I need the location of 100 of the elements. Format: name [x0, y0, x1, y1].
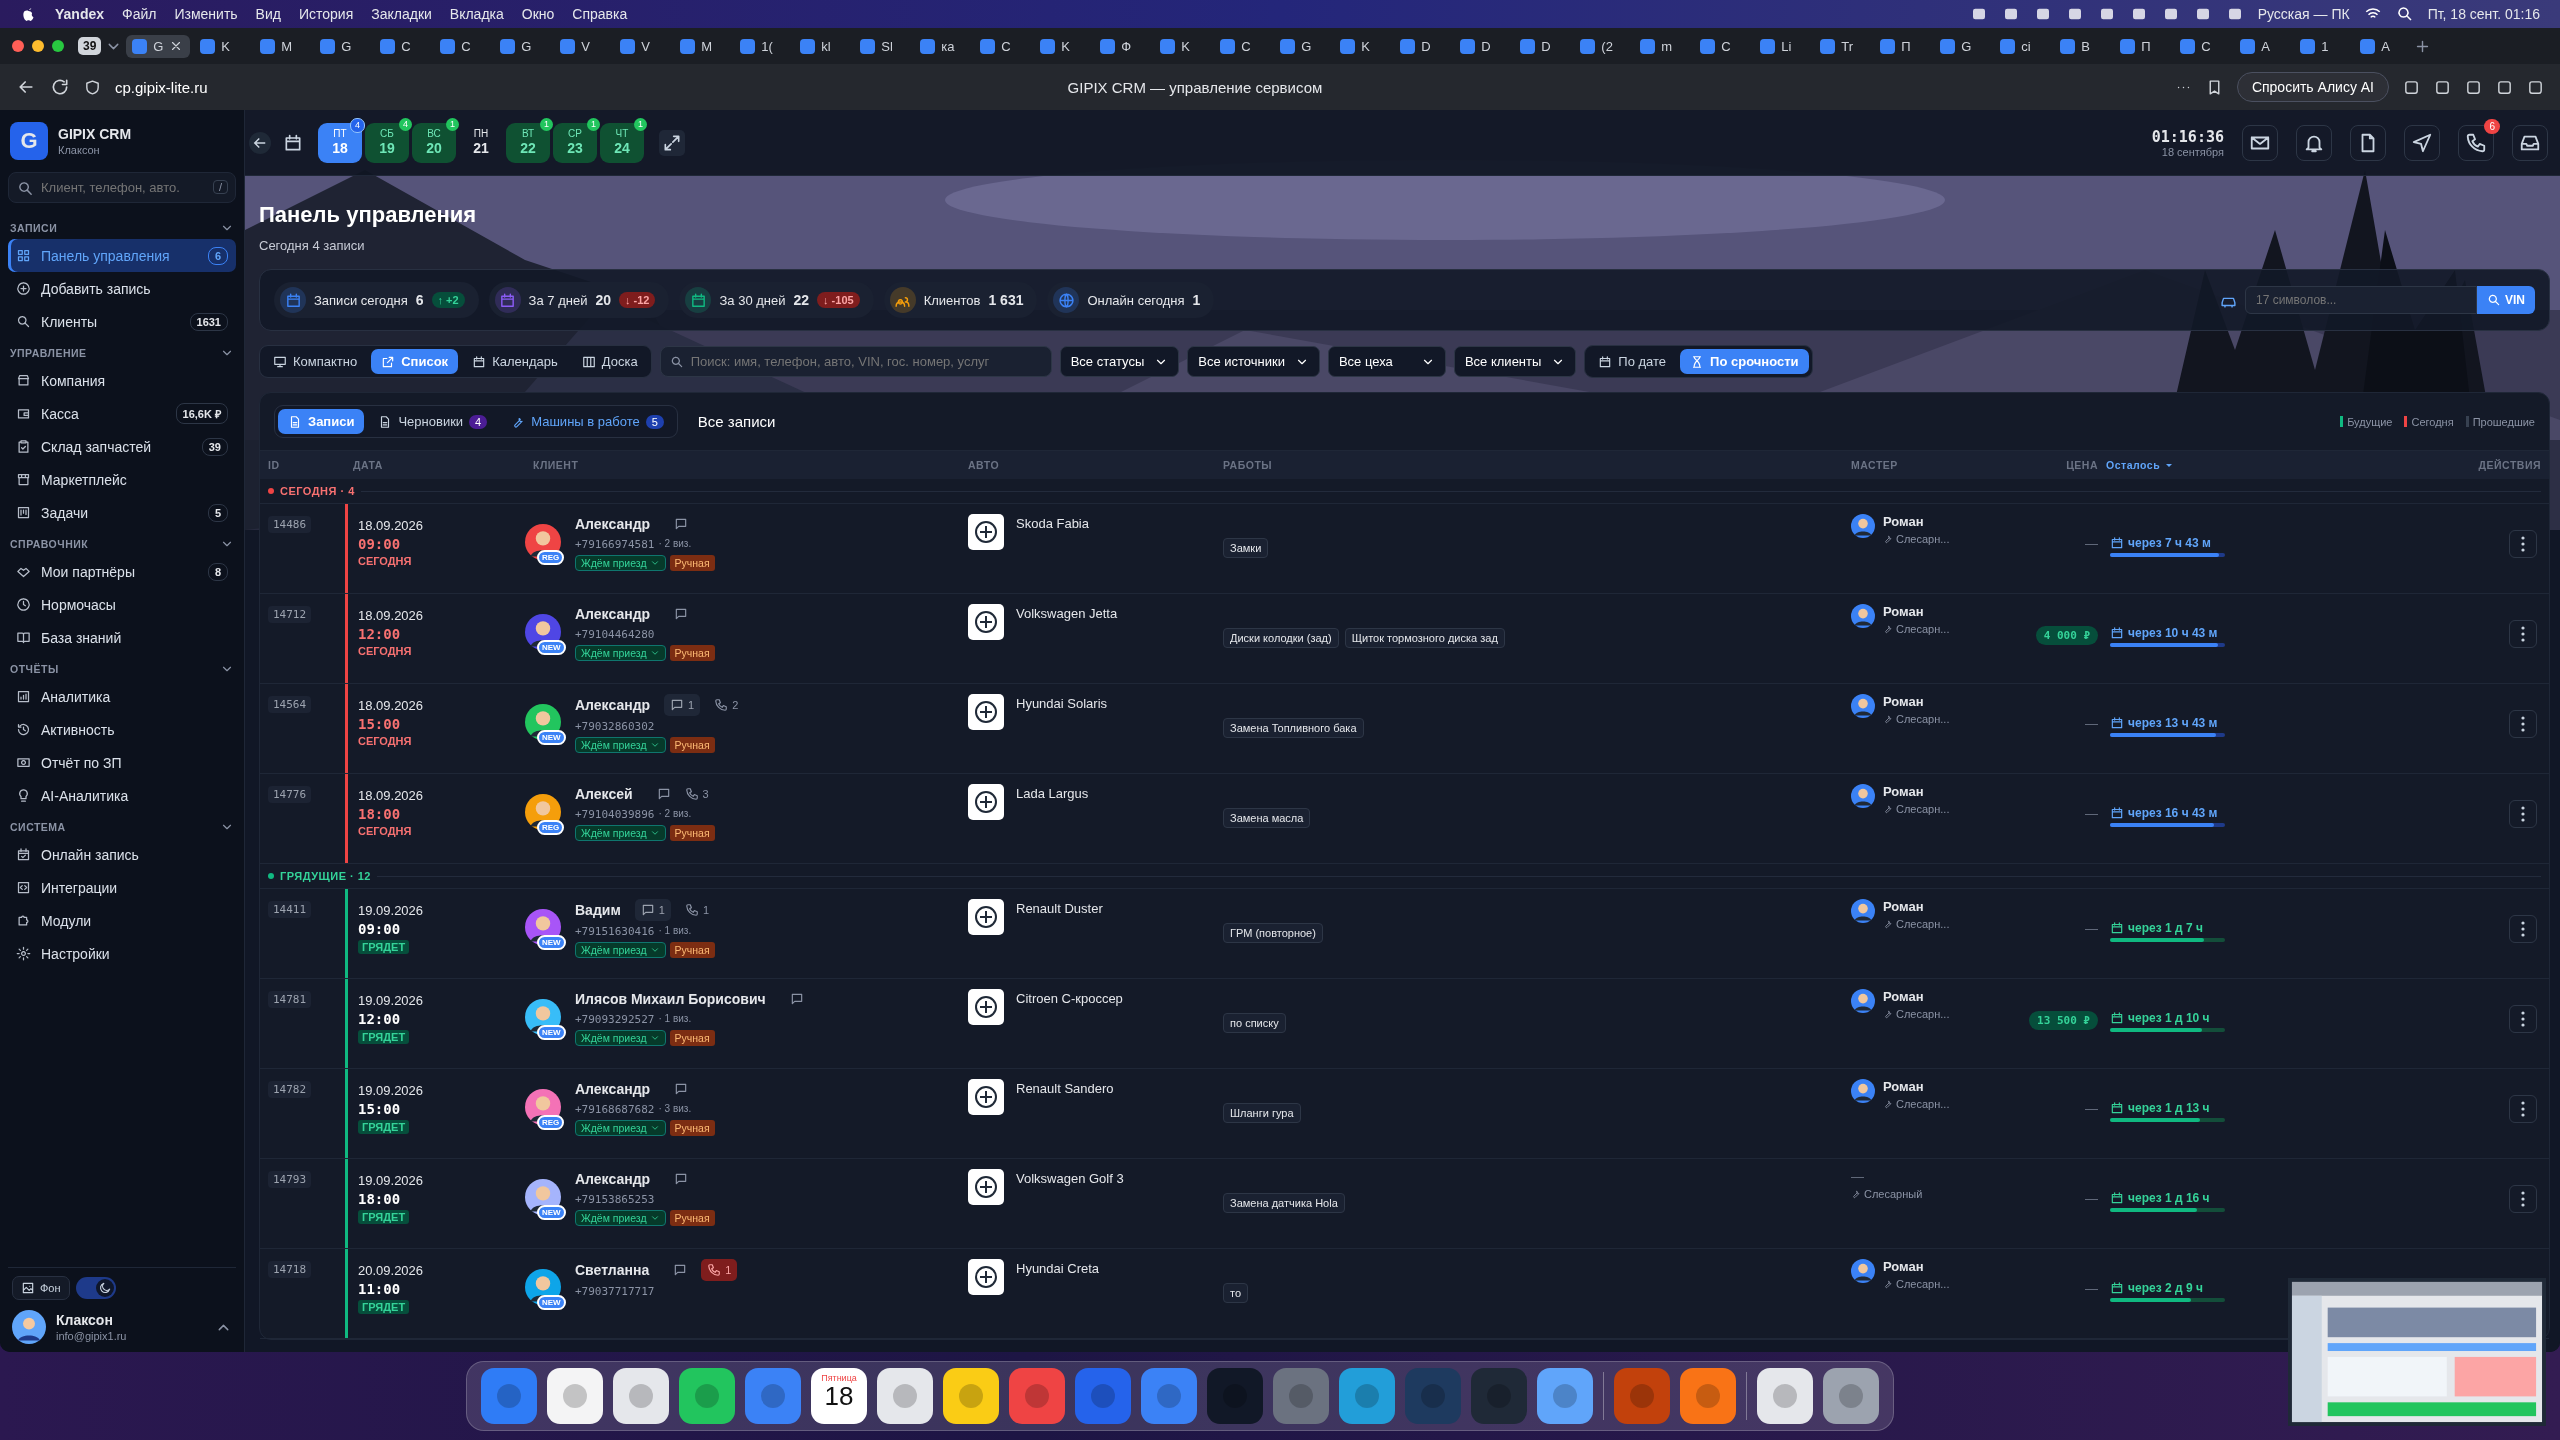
- calendar-icon[interactable]: [283, 132, 303, 153]
- sidebar-item[interactable]: Онлайн запись: [8, 838, 236, 871]
- browser-tab[interactable]: Ф: [1094, 34, 1151, 58]
- menu-item[interactable]: Закладки: [371, 6, 432, 22]
- sidebar-item[interactable]: Панель управления 6: [8, 239, 236, 272]
- client-name[interactable]: Вадим: [575, 902, 621, 918]
- calls-button[interactable]: 2: [714, 698, 739, 712]
- sidebar-item[interactable]: База знаний: [8, 621, 236, 654]
- sort-tab[interactable]: По дате: [1588, 349, 1677, 374]
- assistant-button[interactable]: Спросить Алису AI: [2236, 72, 2389, 102]
- app-icon[interactable]: [943, 1368, 999, 1424]
- menu-item[interactable]: Изменить: [174, 6, 238, 22]
- sidebar-item[interactable]: Модули: [8, 904, 236, 937]
- sort-tab[interactable]: По срочности: [1680, 349, 1809, 374]
- calls-button[interactable]: 3: [684, 787, 709, 801]
- shield-icon[interactable]: [84, 78, 101, 96]
- filter-dropdown[interactable]: Все цеха: [1327, 346, 1446, 377]
- view-tab[interactable]: Календарь: [462, 349, 568, 374]
- browser-tab[interactable]: G: [1274, 34, 1331, 58]
- app-icon[interactable]: [1823, 1368, 1879, 1424]
- browser-tab[interactable]: K: [1154, 34, 1211, 58]
- sidebar-item[interactable]: Активность: [8, 713, 236, 746]
- day-pill[interactable]: ПН 21: [459, 122, 503, 163]
- status-dropdown[interactable]: Ждём приезд: [575, 645, 666, 661]
- view-tab[interactable]: Список: [371, 349, 459, 374]
- status-dropdown[interactable]: Ждём приезд: [575, 942, 666, 958]
- browser-tab[interactable]: K: [1334, 34, 1391, 58]
- address-field[interactable]: cp.gipix-lite.ru: [115, 78, 515, 96]
- expand-icon[interactable]: [659, 129, 685, 156]
- more-button[interactable]: [2509, 1005, 2537, 1033]
- calls-button[interactable]: 1: [684, 903, 709, 917]
- status-dropdown[interactable]: Ждём приезд: [575, 555, 666, 571]
- client-name[interactable]: Светланна: [575, 1262, 650, 1278]
- browser-tab[interactable]: D: [1394, 34, 1451, 58]
- browser-tab[interactable]: V: [554, 34, 611, 58]
- client-name[interactable]: Илясов Михаил Борисович: [575, 991, 766, 1007]
- chat-icon[interactable]: [674, 607, 689, 621]
- chat-icon[interactable]: [674, 517, 689, 531]
- toolbar-icon[interactable]: [2434, 78, 2451, 96]
- more-button[interactable]: [2509, 620, 2537, 648]
- browser-tab[interactable]: B: [2054, 34, 2111, 58]
- calls-button[interactable]: 1: [701, 1259, 738, 1281]
- more-button[interactable]: [2509, 915, 2537, 943]
- app-icon[interactable]: [877, 1368, 933, 1424]
- sidebar-item[interactable]: Мои партнёры 8: [8, 555, 236, 588]
- messages-button[interactable]: 1: [634, 899, 671, 921]
- more-button[interactable]: [2509, 710, 2537, 738]
- browser-tab[interactable]: П: [2114, 34, 2171, 58]
- chat-icon[interactable]: [674, 1082, 689, 1096]
- sidebar-item[interactable]: Задачи 5: [8, 496, 236, 529]
- sidebar-item[interactable]: Нормочасы: [8, 588, 236, 621]
- browser-tab[interactable]: G: [1934, 34, 1991, 58]
- minimize-window-icon[interactable]: [32, 40, 44, 52]
- sidebar-item[interactable]: Клиенты 1631: [8, 305, 236, 338]
- mail-icon[interactable]: [2242, 124, 2278, 161]
- status-dropdown[interactable]: Ждём приезд: [575, 825, 666, 841]
- status-dropdown[interactable]: Ждём приезд: [575, 1120, 666, 1136]
- browser-tab[interactable]: K: [1034, 34, 1091, 58]
- browser-tab[interactable]: П: [1874, 34, 1931, 58]
- document-icon[interactable]: [2350, 124, 2386, 161]
- browser-tab[interactable]: 1(: [734, 34, 791, 58]
- browser-tab[interactable]: G: [314, 34, 371, 58]
- records-tab[interactable]: Машины в работе 5: [501, 409, 674, 434]
- sidebar-item[interactable]: Компания: [8, 364, 236, 397]
- app-icon[interactable]: [1537, 1368, 1593, 1424]
- browser-tab[interactable]: Tr: [1814, 34, 1871, 58]
- sidebar-item[interactable]: Добавить запись: [8, 272, 236, 305]
- browser-tab[interactable]: G: [126, 34, 191, 58]
- send-icon[interactable]: [2404, 124, 2440, 161]
- view-tab[interactable]: Доска: [571, 349, 648, 374]
- menu-item[interactable]: История: [298, 6, 354, 22]
- browser-tab[interactable]: V: [614, 34, 671, 58]
- background-button[interactable]: Фон: [12, 1276, 70, 1300]
- browser-tab[interactable]: C: [2174, 34, 2231, 58]
- filter-dropdown[interactable]: Все источники: [1187, 346, 1320, 377]
- sidebar-item[interactable]: Интеграции: [8, 871, 236, 904]
- toolbar-icon[interactable]: [2496, 78, 2513, 96]
- client-name[interactable]: Александр: [575, 516, 651, 532]
- toolbar-icon[interactable]: [2465, 78, 2482, 96]
- search-field[interactable]: Поиск: имя, телефон, авто, VIN, гос. номер, услуг: [659, 346, 1052, 377]
- bell-icon[interactable]: [2296, 124, 2332, 161]
- sidebar-item[interactable]: Аналитика: [8, 680, 236, 713]
- browser-tab[interactable]: A: [2234, 34, 2291, 58]
- theme-toggle[interactable]: [75, 1277, 116, 1299]
- browser-tab[interactable]: m: [1634, 34, 1691, 58]
- menu-item[interactable]: Файл: [122, 6, 157, 22]
- browser-tab[interactable]: Li: [1754, 34, 1811, 58]
- client-name[interactable]: Алексей: [575, 786, 633, 802]
- browser-tab[interactable]: C: [974, 34, 1031, 58]
- sidebar-item[interactable]: Отчёт по ЗП: [8, 746, 236, 779]
- status-dropdown[interactable]: Ждём приезд: [575, 1210, 666, 1226]
- keyboard-layout[interactable]: Русская — ПК: [2257, 6, 2350, 22]
- menu-item[interactable]: Справка: [572, 6, 628, 22]
- menu-item[interactable]: Вид: [255, 6, 281, 22]
- search-icon[interactable]: [2395, 5, 2414, 23]
- logo[interactable]: G: [10, 122, 48, 160]
- sort-column-header[interactable]: Осталось: [2098, 459, 2313, 471]
- reload-icon[interactable]: [50, 77, 70, 97]
- menu-item[interactable]: Окно: [521, 6, 555, 22]
- inbox-icon[interactable]: [2512, 124, 2548, 161]
